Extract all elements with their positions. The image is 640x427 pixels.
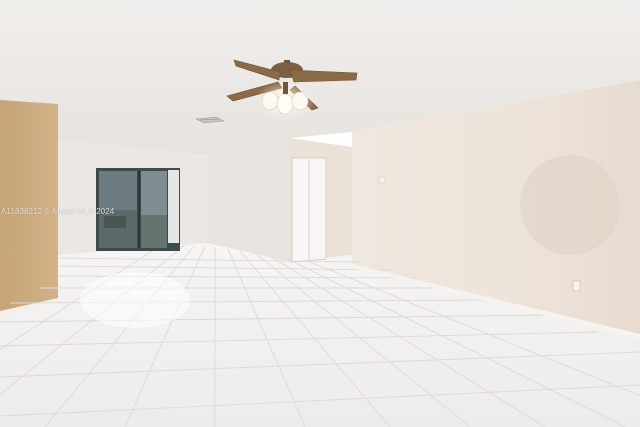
room-illustration xyxy=(0,0,640,427)
accent-wall xyxy=(0,100,58,315)
wall-outlet xyxy=(572,280,581,292)
closet-door xyxy=(291,157,327,263)
thermostat xyxy=(378,176,386,184)
room-photo: A11838212 © Miami MLS 2024 xyxy=(0,0,640,427)
floor-reflection xyxy=(80,272,190,328)
sliding-glass-door xyxy=(96,168,180,251)
wall-shadow xyxy=(520,155,620,255)
middle-wall xyxy=(207,138,290,262)
